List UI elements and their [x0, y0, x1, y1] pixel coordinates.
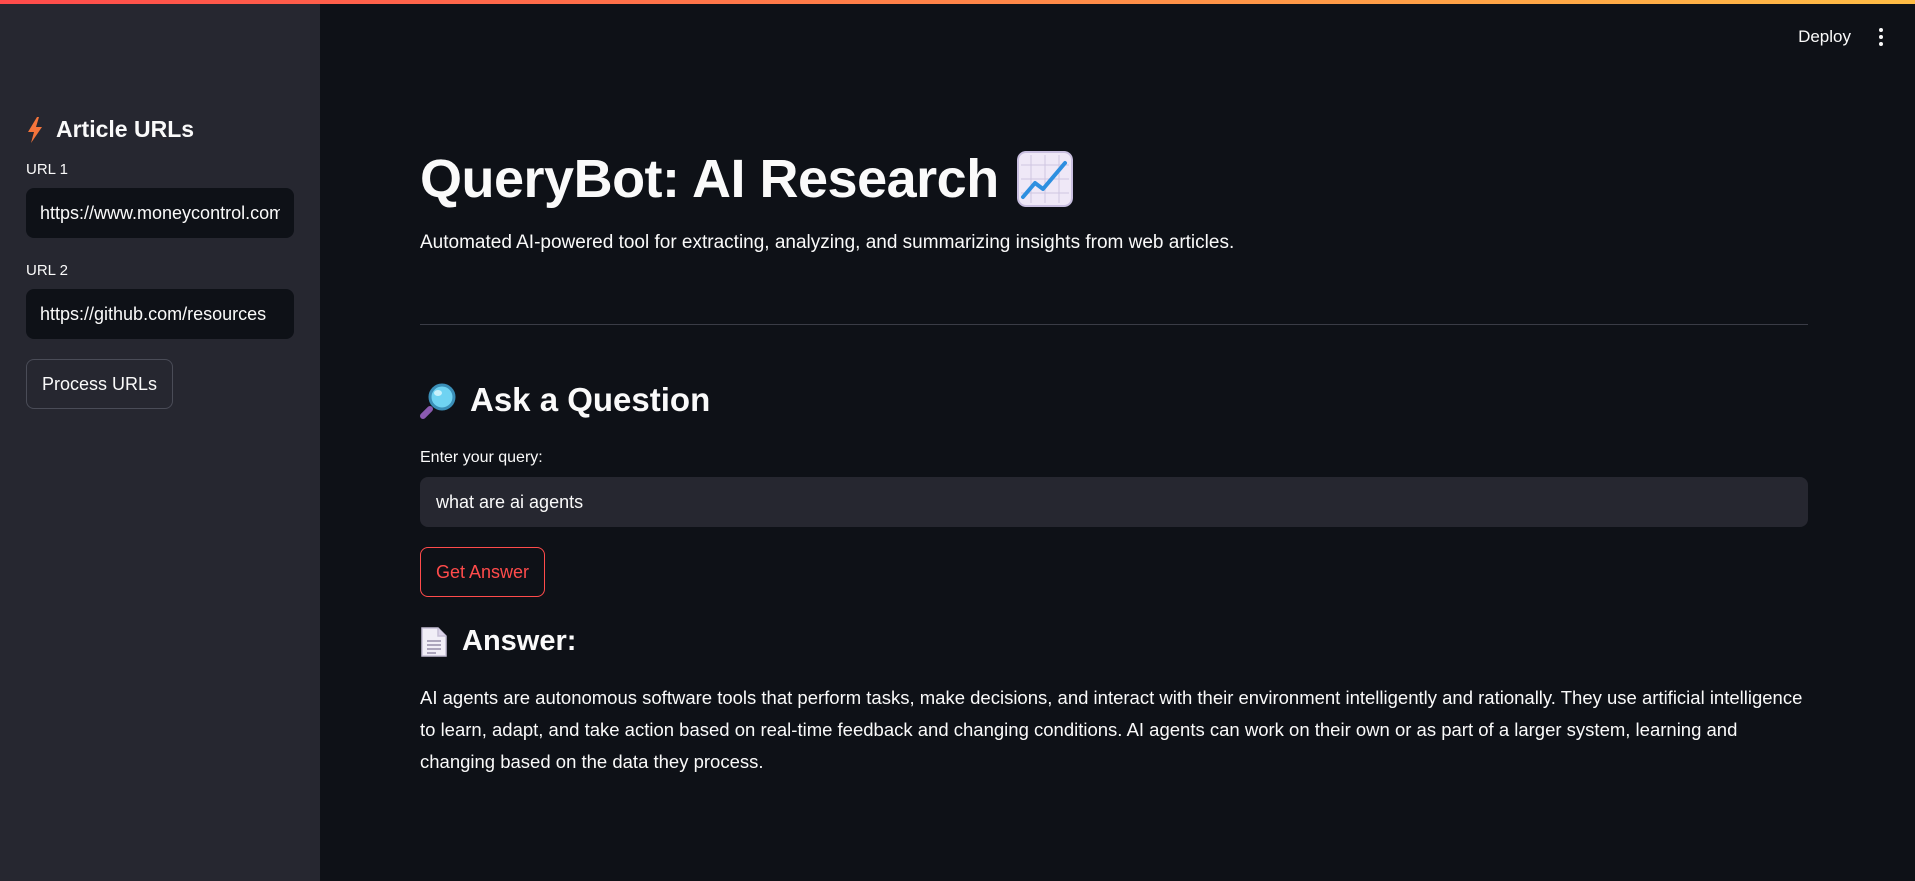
url-1-label: URL 1 — [26, 161, 68, 178]
process-urls-button[interactable]: Process URLs — [26, 359, 174, 409]
document-icon — [421, 626, 447, 657]
url-1-input[interactable] — [26, 188, 294, 238]
url-2-input[interactable] — [26, 289, 294, 339]
query-label: Enter your query: — [420, 449, 543, 466]
ask-question-header: Ask a Question — [420, 381, 1808, 419]
url-2-label: URL 2 — [26, 262, 68, 279]
sidebar-header: Article URLs — [26, 116, 294, 143]
query-input[interactable] — [420, 477, 1808, 527]
top-toolbar: Deploy — [1798, 26, 1889, 48]
page-title-text: QueryBot: AI Research — [420, 149, 999, 209]
chart-increasing-icon — [1016, 151, 1073, 207]
answer-header: Answer: — [420, 625, 1808, 658]
page-subtitle: Automated AI-powered tool for extracting… — [420, 232, 1235, 253]
sidebar: Article URLs URL 1 URL 2 Process URLs — [0, 0, 320, 881]
answer-text: AI agents are autonomous software tools … — [420, 687, 1803, 772]
main-content: QueryBot: AI Research Automated AI-power… — [420, 0, 1808, 778]
divider — [420, 324, 1808, 325]
top-decoration-bar — [0, 0, 1915, 4]
page-title: QueryBot: AI Research — [420, 148, 1808, 210]
ask-question-title: Ask a Question — [470, 381, 711, 418]
answer-title: Answer: — [462, 625, 577, 657]
lightning-bolt-icon — [28, 116, 42, 143]
sidebar-title: Article URLs — [56, 116, 195, 142]
get-answer-button[interactable]: Get Answer — [420, 547, 546, 597]
magnifying-glass-icon — [420, 383, 456, 419]
kebab-menu-icon[interactable] — [1873, 26, 1889, 48]
